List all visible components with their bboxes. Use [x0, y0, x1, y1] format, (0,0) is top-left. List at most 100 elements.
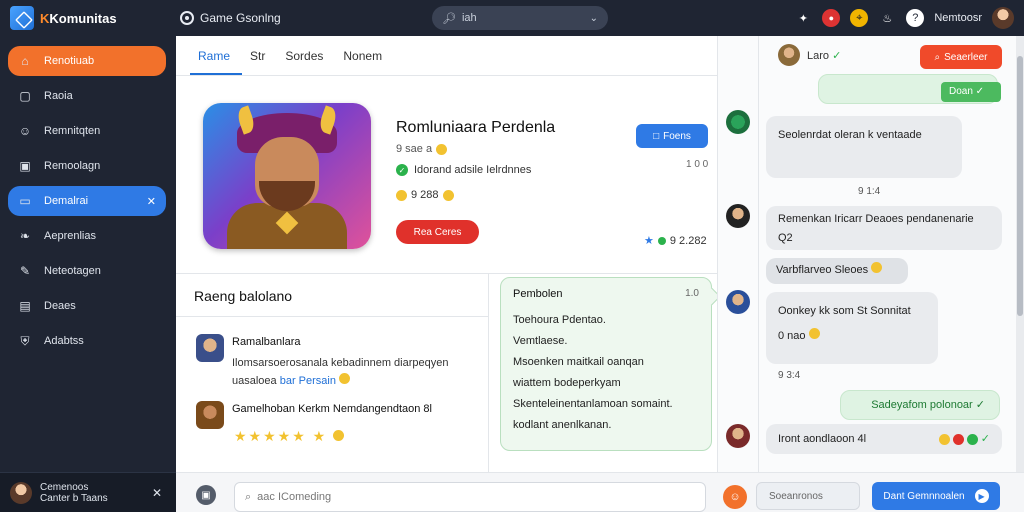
search-icon: ⌕: [245, 490, 252, 503]
top-actions: ✦ ● ⌖ ♨ ? Nemtoosr: [794, 7, 1024, 29]
review-line: uasaloea bar Persain: [232, 372, 482, 390]
brand-prefix: K: [40, 10, 50, 26]
message-text: Sadeyafom polonoar: [871, 399, 973, 411]
sidebar-item-label: Remnitqten: [44, 125, 101, 137]
note-line: wiattem bodeperkyam: [513, 377, 621, 389]
sidebar-item-label: Neteotagen: [44, 265, 101, 277]
chat-icon: ▭: [19, 194, 31, 208]
note-line: Toehoura Pdentao.: [513, 314, 606, 326]
sidebar-item-home[interactable]: ⌂ Renotiuab: [8, 46, 166, 76]
chevron-down-icon[interactable]: ⌄: [590, 13, 598, 24]
avatar[interactable]: [726, 110, 750, 134]
emoji-icon: [339, 373, 351, 384]
coins-value: 9 288: [411, 189, 439, 201]
divider: [758, 36, 759, 472]
search-input[interactable]: 🔎︎ iah ⌄: [432, 6, 608, 30]
emoji-icon: [952, 433, 964, 445]
avatar[interactable]: [726, 424, 750, 448]
avatar: [10, 481, 32, 504]
divider: [176, 316, 488, 317]
review-link[interactable]: bar Persain: [280, 375, 336, 387]
follow-button[interactable]: □ Foens: [636, 124, 708, 148]
rating-stars: ★★★★★ ★: [234, 428, 345, 445]
game-cover-image[interactable]: [203, 103, 371, 249]
chat-message-in[interactable]: Remenkan Iricarr Deaoes pendanenarie Q2: [766, 206, 1002, 250]
verified-text: Idorand adsile Ielrdnnes: [414, 164, 532, 176]
emoji-icon: [938, 433, 950, 445]
sidebar-item-8[interactable]: ▤ Deaes: [8, 291, 166, 321]
game-verified: ✓ Idorand adsile Ielrdnnes: [396, 164, 531, 176]
close-icon[interactable]: ✕: [147, 195, 156, 208]
send-button[interactable]: Dant Gemnnoalen ▶: [872, 482, 1000, 510]
sidebar-item-label: Raoia: [44, 90, 73, 102]
brand[interactable]: K Komunitas: [0, 6, 176, 30]
sidebar-item-9[interactable]: ⛨ Adabtss: [8, 326, 166, 356]
emoji-icon: [442, 189, 454, 201]
tab-4[interactable]: Nonem: [335, 49, 394, 75]
sidebar-item-4[interactable]: ▣ Remoolagn: [8, 151, 166, 181]
search-placeholder: iah: [461, 12, 477, 24]
chat-message-out[interactable]: Doan ✓: [941, 82, 1001, 102]
chat-search-button[interactable]: ⌕ Seaerleer: [920, 45, 1002, 69]
help-icon[interactable]: ?: [906, 9, 925, 27]
user-name[interactable]: Nemtoosr: [934, 12, 982, 24]
flame-icon[interactable]: ♨: [878, 9, 896, 27]
game-rating: ★ 9 2.282: [644, 234, 707, 248]
game-time: 1 0 0: [686, 159, 709, 170]
composer-bar: ▣ ⌕ aac IComeding ☺ Soeanronos Dant Gemn…: [176, 472, 1024, 512]
send-label: Dant Gemnnoalen: [883, 490, 965, 502]
tab-bar: Rame Str Sordes Nonem: [176, 36, 717, 76]
chat-contact-text: Laro: [807, 50, 830, 62]
emoji-icon: [436, 143, 448, 155]
review-author[interactable]: Ramalbanlara: [232, 336, 300, 348]
sidebar-item-2[interactable]: ▢ Raoia: [8, 81, 166, 111]
close-icon[interactable]: ✕: [152, 486, 162, 500]
scroll-thumb[interactable]: [1017, 56, 1023, 316]
tab-home[interactable]: Rame: [190, 49, 243, 75]
reviews-header: Raeng balolano: [194, 288, 293, 304]
avatar[interactable]: [726, 290, 750, 314]
message-text: Iront aondlaoon 4l: [778, 432, 867, 445]
scrollbar[interactable]: [1016, 36, 1024, 472]
review-line: Kerkm Nemdangendtaon 8l: [298, 403, 432, 415]
emoji-picker-icon[interactable]: ☺: [723, 485, 747, 509]
sidebar-item-active[interactable]: ▭ Demalrai ✕: [8, 186, 166, 216]
game-card: Romluniaara Perdenla 9 sae a ✓ Idorand a…: [176, 76, 717, 273]
notification-icon[interactable]: ●: [822, 9, 841, 27]
check-icon: ✓: [980, 432, 990, 445]
play-button[interactable]: Rea Ceres: [396, 220, 479, 244]
sidebar-item-7[interactable]: ✎ Neteotagen: [8, 256, 166, 286]
avatar[interactable]: [778, 44, 800, 66]
users-icon[interactable]: ✦: [794, 9, 812, 27]
chat-message-in[interactable]: Varbflarveo Sleoes: [766, 258, 908, 284]
sidebar-item-label: Adabtss: [44, 335, 84, 347]
chat-message-in[interactable]: Seolenrdat oleran k ventaade: [766, 116, 962, 178]
avatar[interactable]: [196, 334, 224, 362]
comment-input[interactable]: ⌕ aac IComeding: [234, 482, 706, 512]
tab-3[interactable]: Sordes: [277, 49, 335, 75]
chat-contact-name[interactable]: Laro ✓: [807, 49, 841, 62]
emoji-icon: [871, 262, 883, 273]
footer-line-1: Cemenoos: [40, 481, 89, 493]
game-subtitle: 9 sae a: [396, 143, 448, 155]
sidebar-item-6[interactable]: ❧ Aeprenlias: [8, 221, 166, 251]
chat-search-input[interactable]: Soeanronos: [756, 482, 860, 510]
check-icon: ✓: [832, 50, 842, 62]
review-line: Ilomsarsoerosanala kebadinnem diarpeqyen: [232, 357, 449, 369]
page-title: Game Gsonlng: [180, 11, 430, 25]
chat-message-in[interactable]: Oonkey kk som St Sonnitat 0 nao: [766, 292, 938, 364]
review-author[interactable]: Gamelhoban Kerkm Nemdangendtaon 8l: [232, 403, 432, 415]
tab-2[interactable]: Str: [242, 49, 277, 75]
avatar[interactable]: [726, 204, 750, 228]
note-card: 1.0 Pembolen Toehoura Pdentao. Vemtlaese…: [500, 277, 712, 451]
chat-message-in[interactable]: Iront aondlaoon 4l ✓: [766, 424, 1002, 454]
avatar[interactable]: [196, 401, 224, 429]
compass-icon[interactable]: ⌖: [850, 9, 869, 27]
attach-icon[interactable]: ▣: [196, 485, 216, 505]
sidebar-footer[interactable]: Cemenoos Canter b Taans ✕: [0, 472, 176, 512]
chat-message-out[interactable]: Sadeyafom polonoar ✓: [840, 390, 1000, 420]
avatar[interactable]: [992, 7, 1014, 29]
chat-search-label: Seaerleer: [944, 51, 988, 63]
message-text: Doan: [949, 86, 973, 97]
sidebar-item-3[interactable]: ☺ Remnitqten: [8, 116, 166, 146]
